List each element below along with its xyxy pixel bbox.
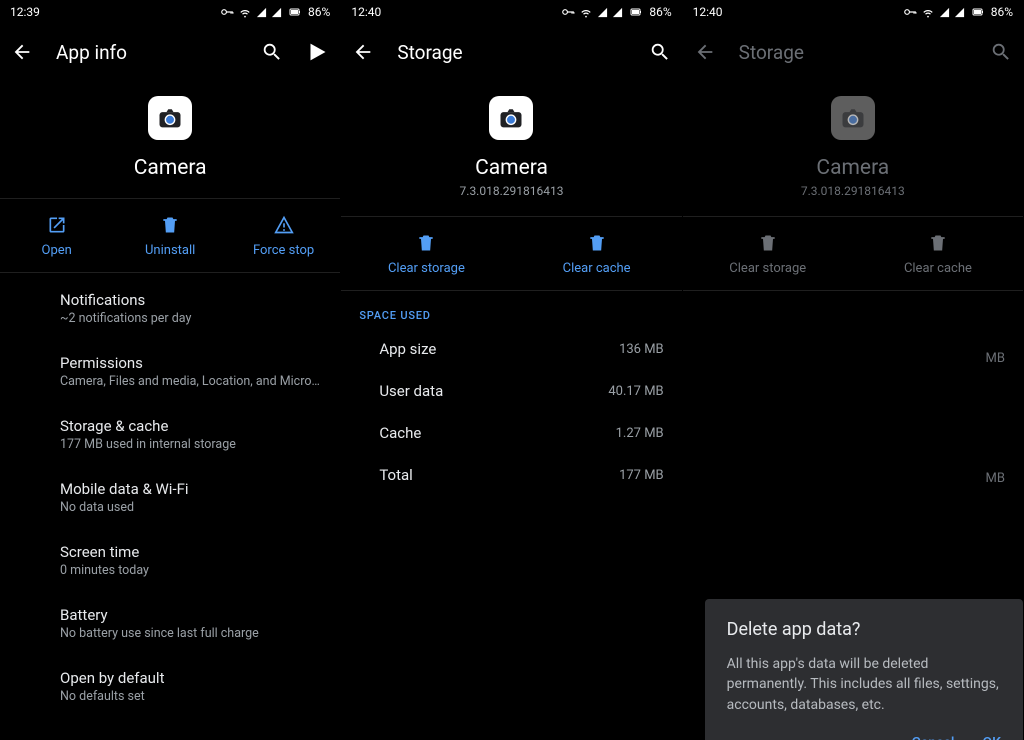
clear-storage-button[interactable]: Clear storage [683, 217, 853, 290]
search-button[interactable] [989, 40, 1013, 64]
trash-icon [160, 215, 180, 235]
app-hero: Camera [0, 80, 340, 198]
wifi-icon [238, 5, 252, 19]
list-item[interactable]: Notifications ~2 notifications per day [0, 277, 340, 340]
app-hero: Camera 7.3.018.291816413 [683, 80, 1023, 216]
force-stop-label: Force stop [253, 243, 314, 258]
screen-storage-dialog: 12:40 86% Storage Camera 7.3.018.2918164… [683, 0, 1024, 740]
row-total: Total177 MB [341, 454, 681, 496]
trash-icon [758, 233, 778, 253]
app-name: Camera [475, 156, 548, 180]
status-time: 12:40 [351, 5, 381, 19]
page-title: Storage [397, 41, 625, 64]
ok-button[interactable]: OK [982, 735, 1001, 740]
action-row: Clear storage Clear cache [683, 216, 1023, 291]
status-bar: 12:40 86% [683, 0, 1023, 24]
settings-list: Notifications ~2 notifications per day P… [0, 273, 340, 740]
signal-icon [256, 7, 267, 18]
back-button[interactable] [693, 40, 717, 64]
dialog-body: All this app's data will be deleted perm… [727, 654, 1001, 715]
action-row: Open Uninstall Force stop [0, 198, 340, 273]
signal-icon [939, 7, 950, 18]
app-icon [831, 96, 875, 140]
clear-cache-label: Clear cache [904, 261, 972, 276]
app-bar: Storage [683, 24, 1023, 80]
clear-cache-label: Clear cache [563, 261, 631, 276]
status-time: 12:40 [693, 5, 723, 19]
app-name: Camera [816, 156, 889, 180]
status-bar: 12:40 86% [341, 0, 681, 24]
back-button[interactable] [10, 40, 34, 64]
app-name: Camera [134, 156, 207, 180]
battery-icon [627, 6, 645, 18]
play-store-button[interactable] [306, 40, 330, 64]
open-icon [47, 215, 67, 235]
list-item[interactable]: Mobile data & Wi-Fi No data used [0, 466, 340, 529]
app-icon [148, 96, 192, 140]
uninstall-button[interactable]: Uninstall [113, 199, 226, 272]
search-button[interactable] [260, 40, 284, 64]
trash-icon [928, 233, 948, 253]
dialog-title: Delete app data? [727, 619, 1001, 640]
camera-icon [839, 104, 867, 132]
signal-icon [597, 7, 608, 18]
signal-icon [271, 7, 282, 18]
clear-cache-button[interactable]: Clear cache [512, 217, 682, 290]
warning-icon [274, 215, 294, 235]
camera-icon [497, 104, 525, 132]
back-button[interactable] [351, 40, 375, 64]
screen-app-info: 12:39 86% App info Camera Open Uninstall [0, 0, 341, 740]
page-title: App info [56, 41, 238, 64]
app-bar: App info [0, 24, 340, 80]
trash-icon [416, 233, 436, 253]
app-version: 7.3.018.291816413 [801, 184, 905, 198]
app-bar: Storage [341, 24, 681, 80]
key-icon [903, 5, 917, 19]
app-version: 7.3.018.291816413 [460, 184, 564, 198]
battery-icon [286, 6, 304, 18]
screen-storage: 12:40 86% Storage Camera 7.3.018.2918164… [341, 0, 682, 740]
search-button[interactable] [648, 40, 672, 64]
list-item[interactable]: Screen time 0 minutes today [0, 529, 340, 592]
key-icon [561, 5, 575, 19]
row-user-data: User data40.17 MB [341, 370, 681, 412]
clear-storage-button[interactable]: Clear storage [341, 217, 511, 290]
list-item[interactable]: Permissions Camera, Files and media, Loc… [0, 340, 340, 403]
page-title: Storage [739, 41, 967, 64]
battery-percent: 86% [991, 5, 1013, 19]
status-time: 12:39 [10, 5, 40, 19]
status-bar: 12:39 86% [0, 0, 340, 24]
row-cache: Cache1.27 MB [341, 412, 681, 454]
force-stop-button[interactable]: Force stop [227, 199, 340, 272]
row-app-size: App size136 MB [341, 328, 681, 370]
battery-percent: 86% [649, 5, 671, 19]
wifi-icon [579, 5, 593, 19]
signal-icon [954, 7, 965, 18]
open-button[interactable]: Open [0, 199, 113, 272]
clear-storage-label: Clear storage [729, 261, 806, 276]
key-icon [220, 5, 234, 19]
confirm-dialog: Delete app data? All this app's data wil… [705, 599, 1023, 740]
open-label: Open [42, 243, 72, 258]
list-item[interactable]: Battery No battery use since last full c… [0, 592, 340, 655]
wifi-icon [921, 5, 935, 19]
list-item[interactable]: Open by default No defaults set [0, 655, 340, 718]
list-item[interactable]: Storage & cache 177 MB used in internal … [0, 403, 340, 466]
section-header: SPACE USED [341, 291, 681, 328]
signal-icon [612, 7, 623, 18]
cancel-button[interactable]: Cancel [912, 735, 955, 740]
partial-value: MB [986, 351, 1005, 366]
clear-cache-button[interactable]: Clear cache [853, 217, 1023, 290]
app-icon [489, 96, 533, 140]
action-row: Clear storage Clear cache [341, 216, 681, 291]
battery-percent: 86% [308, 5, 330, 19]
camera-icon [156, 104, 184, 132]
clear-storage-label: Clear storage [388, 261, 465, 276]
app-hero: Camera 7.3.018.291816413 [341, 80, 681, 216]
trash-icon [587, 233, 607, 253]
battery-icon [969, 6, 987, 18]
partial-value: MB [986, 471, 1005, 486]
uninstall-label: Uninstall [145, 243, 195, 258]
